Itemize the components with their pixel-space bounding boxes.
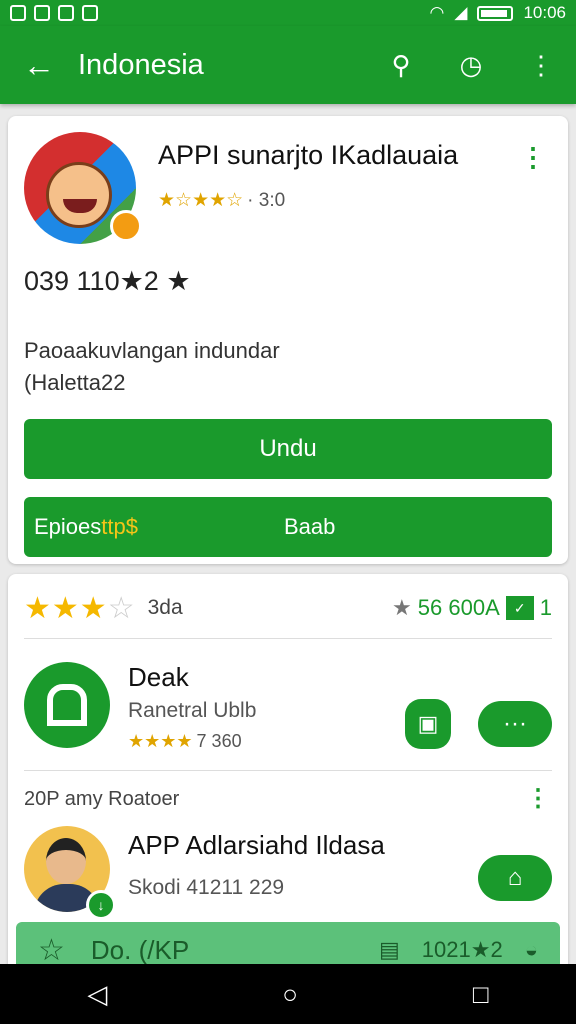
star-outline-icon[interactable]: ☆: [38, 933, 65, 968]
card-menu-icon[interactable]: ⋮: [520, 142, 546, 173]
app-description: Paoaakuvlangan indundar: [24, 338, 280, 363]
notification-icon: [58, 5, 74, 21]
install-button[interactable]: Undu: [24, 419, 552, 479]
signal-icon: ◢: [454, 3, 468, 22]
mascot-face-icon: [46, 162, 112, 228]
app-list-card: ★★★☆ 3da ★ 56 600A ✓ 1 Deak Ranetral Ubl…: [8, 574, 568, 974]
list-item-rating: ★★★★ 7 360: [128, 731, 242, 752]
nav-recent-icon[interactable]: □: [473, 979, 489, 1010]
list-item-subtitle: Ranetral Ublb: [128, 699, 257, 722]
app-bar: ← Indonesia ⚲ ◷ ⋮: [0, 26, 576, 104]
app-stats: 039 110★2 ★: [24, 266, 191, 296]
notification-icon: [10, 5, 26, 21]
shopping-bag-icon[interactable]: ▣: [405, 699, 451, 749]
app-list-icon[interactable]: [24, 662, 110, 748]
status-bar: ◠ ◢ 10:06: [0, 0, 576, 26]
section-menu-icon[interactable]: ⋮: [526, 784, 550, 813]
back-arrow-icon[interactable]: ←: [0, 47, 78, 84]
rating-summary-row: ★★★☆ 3da ★ 56 600A ✓ 1: [24, 591, 552, 625]
secondary-button-label: Baab: [284, 514, 336, 539]
chat-button[interactable]: ···: [478, 701, 552, 747]
verified-icon: ✓: [505, 596, 534, 620]
cake-icon[interactable]: ◒: [525, 937, 538, 963]
bottom-count: 1021★2: [421, 937, 503, 962]
nav-back-icon[interactable]: ◁: [87, 979, 107, 1010]
rating-stars-icon: ★★★★: [128, 731, 193, 751]
app-description-sub: (Haletta22: [24, 370, 126, 395]
battery-icon: [477, 5, 514, 21]
app-rating: ★☆★★☆ · 3:0: [158, 189, 285, 212]
list-item-subtitle: Skodi 41211 229: [128, 876, 285, 899]
history-icon[interactable]: ◷: [436, 50, 506, 81]
home-button[interactable]: ⌂: [478, 855, 552, 901]
notification-icons: [10, 5, 98, 21]
nav-home-icon[interactable]: ○: [282, 979, 298, 1010]
list-item-title[interactable]: Deak: [128, 662, 189, 693]
featured-app-card: APPI sunarjto IKadlauaia ★☆★★☆ · 3:0 ⋮ 03…: [8, 116, 568, 564]
more-options-icon[interactable]: ⋮: [506, 50, 576, 81]
bottom-action-right: ▤ 1021★2 ◒: [379, 937, 538, 963]
rating-stars-icon: ★☆★★☆: [158, 190, 244, 211]
wifi-icon: ◠: [429, 3, 445, 22]
app-icon[interactable]: [24, 132, 142, 244]
notification-icon: [34, 5, 50, 21]
notification-icon: [82, 5, 98, 21]
search-icon[interactable]: ⚲: [366, 50, 436, 81]
download-badge-icon: ↓: [86, 890, 116, 920]
tray-icon: [47, 684, 87, 726]
section-label: 20P amy Roatoer: [24, 788, 180, 810]
divider: [24, 770, 552, 771]
list-item-title[interactable]: APP Adlarsiahd Ildasa: [128, 830, 385, 861]
secondary-button-left-label: Epioesttp$: [34, 514, 138, 539]
bottom-action-label[interactable]: Do. (/KP: [91, 935, 189, 966]
secondary-button[interactable]: Epioesttp$ Baab: [24, 497, 552, 557]
divider: [24, 638, 552, 639]
system-icons: ◠ ◢ 10:06: [430, 3, 566, 23]
clock: 10:06: [523, 3, 566, 22]
rating-stars-icon: ★★★☆: [24, 591, 136, 625]
star-icon: ★: [392, 595, 412, 620]
rating-value: · 3:0: [247, 190, 286, 211]
person-head-icon: [46, 838, 86, 884]
rating-count-value: 56 600A: [417, 595, 500, 620]
app-badge-icon: [110, 210, 142, 242]
rating-count: ★ 56 600A ✓ 1: [392, 595, 552, 621]
system-nav-bar: ◁ ○ □: [0, 964, 576, 1024]
app-name[interactable]: APPI sunarjto IKadlauaia: [158, 140, 458, 171]
rating-label: 3da: [147, 596, 183, 619]
gift-icon[interactable]: ▤: [379, 937, 400, 963]
page-title: Indonesia: [78, 48, 204, 81]
rating-count-extra: 1: [539, 595, 552, 620]
rating-value: 7 360: [196, 731, 242, 751]
